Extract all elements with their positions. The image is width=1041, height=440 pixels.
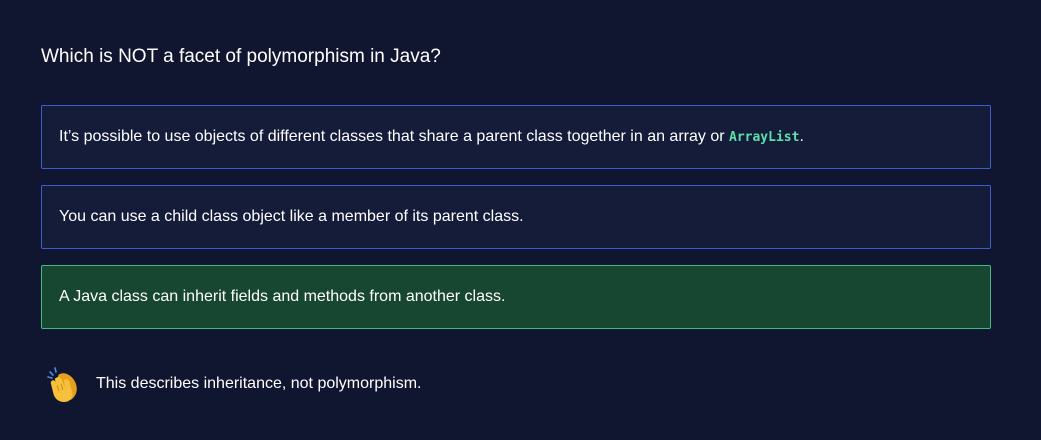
question-text: Which is NOT a facet of polymorphism in … — [41, 46, 441, 67]
inline-code: ArrayList — [729, 130, 800, 145]
answer-option-1[interactable]: It’s possible to use objects of differen… — [41, 105, 991, 169]
answer-option-1-label: It’s possible to use objects of differen… — [59, 128, 804, 146]
answer-option-1-text: It’s possible to use objects of differen… — [59, 128, 729, 145]
answer-option-3-label: A Java class can inherit fields and meth… — [59, 288, 506, 305]
answer-option-2-label: You can use a child class object like a … — [59, 208, 524, 225]
answer-options: It’s possible to use objects of differen… — [41, 105, 991, 345]
answer-option-1-punctuation: . — [799, 128, 804, 145]
answer-option-2[interactable]: You can use a child class object like a … — [41, 185, 991, 249]
feedback-message: This describes inheritance, not polymorp… — [46, 364, 421, 404]
answer-option-3-correct[interactable]: A Java class can inherit fields and meth… — [41, 265, 991, 329]
feedback-text: This describes inheritance, not polymorp… — [96, 375, 422, 392]
clapping-hands-icon — [46, 364, 82, 404]
